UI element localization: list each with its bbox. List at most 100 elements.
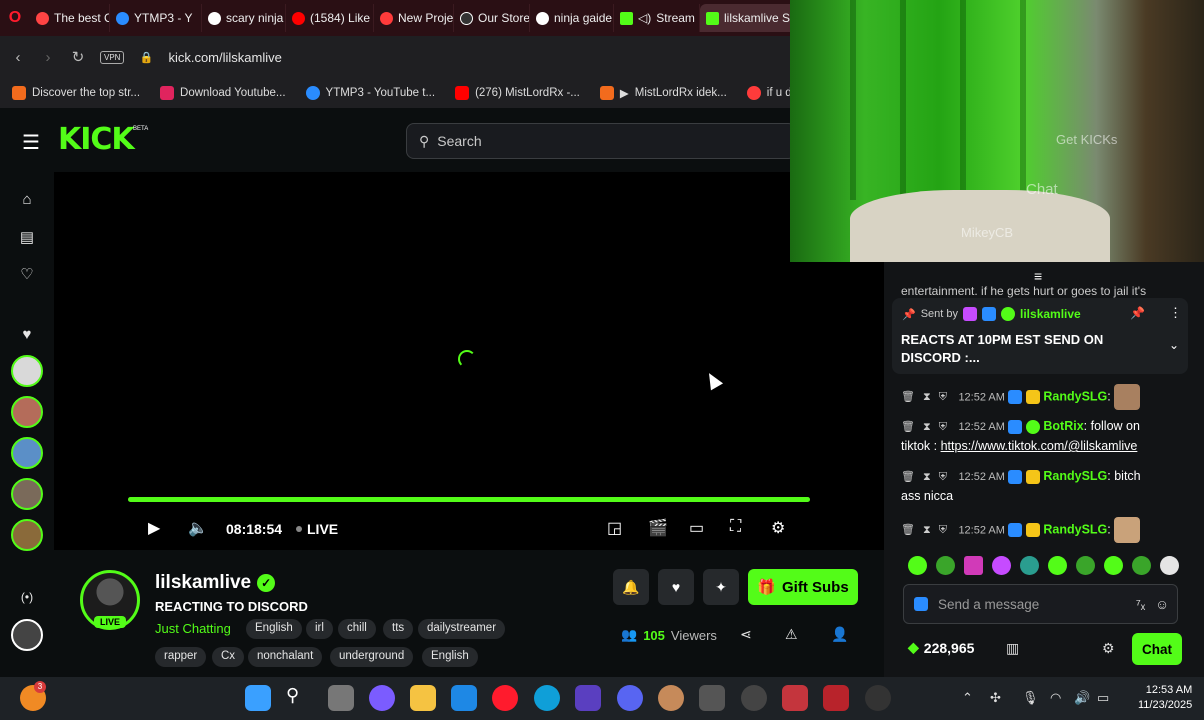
store-app-icon[interactable] [451, 685, 477, 711]
more-options-icon[interactable]: ⋮ [1169, 305, 1182, 321]
opera-logo-icon[interactable]: O [0, 0, 30, 36]
chat-send-button[interactable]: Chat [1132, 633, 1182, 665]
home-icon[interactable]: ⌂ [16, 188, 38, 210]
tray-app-icon[interactable]: ✣ [990, 690, 1001, 706]
tag-chip[interactable]: nonchalant [248, 647, 323, 667]
timeout-icon[interactable]: ⧗ [923, 421, 931, 433]
ban-icon[interactable]: ⛨ [939, 421, 947, 433]
ban-icon[interactable]: ⛨ [939, 524, 947, 536]
ban-icon[interactable]: ⛨ [939, 471, 947, 483]
bookmark-item[interactable]: Download Youtube... [160, 86, 286, 100]
browser-tab[interactable]: ◁) Stream [614, 4, 700, 32]
tag-chip[interactable]: English [246, 619, 302, 639]
timeout-icon[interactable]: ⧗ [923, 391, 931, 403]
emote-icon[interactable] [1160, 556, 1179, 575]
gift-subs-button[interactable]: 🎁 Gift Subs [748, 569, 858, 605]
emote-icon[interactable] [1104, 556, 1123, 575]
browser-tab[interactable]: The best C [30, 4, 110, 32]
delete-icon[interactable]: 🗑 [901, 391, 915, 403]
back-icon[interactable]: ‹ [10, 49, 26, 66]
reload-icon[interactable]: ↻ [70, 48, 86, 66]
followed-channel-avatar[interactable] [11, 478, 43, 510]
live-indicator[interactable]: LIVE [296, 521, 338, 537]
kick-emote-icon[interactable]: ⁷ₓ [1136, 597, 1145, 612]
vpn-badge[interactable]: VPN [100, 50, 125, 64]
menu-icon[interactable]: ☰ [22, 130, 40, 155]
bookmark-item[interactable]: YTMP3 - YouTube t... [305, 86, 435, 100]
browser-tab[interactable]: Our Stores [454, 4, 530, 32]
followed-channel-avatar[interactable] [11, 437, 43, 469]
browser-tab[interactable]: New Proje [374, 4, 454, 32]
settings-gear-icon[interactable]: ⚙ [771, 518, 785, 538]
battery-icon[interactable]: ▭ [1097, 690, 1109, 706]
taskbar-search-icon[interactable]: ⚲ [286, 685, 312, 711]
emote-icon[interactable] [992, 556, 1011, 575]
follow-heart-button[interactable]: ♥ [658, 569, 694, 605]
chat-message[interactable]: 🗑 ⧗ ⛨ 12:52 AM RandySLG: [901, 384, 1191, 410]
report-warning-icon[interactable]: ⚠ [785, 626, 798, 643]
tag-chip[interactable]: underground [330, 647, 414, 667]
delete-icon[interactable]: 🗑 [901, 471, 915, 483]
tag-chip[interactable]: English [422, 647, 478, 667]
system-clock[interactable]: 12:53 AM 11/23/2025 [1138, 683, 1192, 713]
microphone-icon[interactable]: 🎙 [1022, 690, 1039, 706]
sparkle-button[interactable]: ✦ [703, 569, 739, 605]
tag-chip[interactable]: tts [383, 619, 414, 639]
pinned-message[interactable]: 📌 Sent by lilskamlive 📌 ⋮ REACTS AT 10PM… [892, 298, 1188, 374]
emote-icon[interactable] [1048, 556, 1067, 575]
share-icon[interactable]: ⋖ [740, 626, 752, 643]
browser-tab[interactable]: scary ninja [202, 4, 286, 32]
miniplayer-icon[interactable]: ◲ [607, 518, 622, 538]
following-heart-icon[interactable]: ♡ [16, 263, 38, 285]
chat-message[interactable]: 🗑 ⧗ ⛨ 12:52 AM RandySLG: bitch ass nicca [901, 467, 1191, 506]
search-input[interactable]: ⚲ Search [406, 123, 796, 159]
forward-icon[interactable]: › [40, 49, 56, 66]
tag-chip[interactable]: Cx [212, 647, 245, 667]
user-settings-icon[interactable]: 👤 [831, 626, 848, 643]
emote-icon[interactable] [908, 556, 927, 575]
followed-channel-avatar[interactable] [11, 396, 43, 428]
channel-name[interactable]: lilskamlive [155, 572, 251, 594]
browser-tab[interactable]: (1584) Like [286, 4, 374, 32]
progress-bar[interactable] [128, 497, 810, 502]
chat-message-input[interactable]: Send a message ⁷ₓ ☺ [903, 584, 1178, 624]
browser-tab[interactable]: ninja gaide [530, 4, 614, 32]
url-field[interactable]: kick.com/lilskamlive [168, 50, 281, 65]
video-player[interactable]: ▶ 🔈 08:18:54 LIVE ◲ 🎬 ▭ ⛶ ⚙ [54, 172, 884, 550]
bookmark-item[interactable]: ▶ MistLordRx idek... [599, 86, 727, 100]
fullscreen-icon[interactable]: ⛶ [730, 518, 741, 536]
timeout-icon[interactable]: ⧗ [923, 471, 931, 483]
chevron-down-icon[interactable]: ⌄ [1169, 338, 1179, 352]
kick-logo[interactable]: KICK [58, 122, 135, 157]
edge-icon[interactable] [534, 685, 560, 711]
tag-chip[interactable]: chill [338, 619, 376, 639]
copilot-icon[interactable] [369, 685, 395, 711]
video-editor-icon[interactable] [575, 685, 601, 711]
speaker-icon[interactable]: 🔊 [1074, 690, 1090, 706]
task-view-icon[interactable] [328, 685, 354, 711]
opera-gx-icon[interactable] [492, 685, 518, 711]
bookmark-item[interactable]: Discover the top str... [12, 86, 140, 100]
opera-gx-alt-icon[interactable] [823, 685, 849, 711]
tag-chip[interactable]: dailystreamer [418, 619, 506, 639]
tray-chevron-up-icon[interactable]: ⌃ [962, 690, 973, 706]
emote-icon[interactable] [1132, 556, 1151, 575]
app-icon[interactable] [782, 685, 808, 711]
channel-points[interactable]: ◆ 228,965 [908, 639, 974, 656]
file-explorer-icon[interactable] [410, 685, 436, 711]
notification-bell-button[interactable]: 🔔 [613, 569, 649, 605]
wifi-icon[interactable]: ◠ [1050, 690, 1061, 706]
emote-icon[interactable] [964, 556, 983, 575]
discord-icon[interactable] [617, 685, 643, 711]
emote-icon[interactable] [1076, 556, 1095, 575]
chat-message[interactable]: 🗑 ⧗ ⛨ 12:52 AM BotRix: follow on tiktok : … [901, 417, 1191, 456]
chat-message[interactable]: 🗑 ⧗ ⛨ 12:52 AM RandySLG: [901, 517, 1191, 543]
delete-icon[interactable]: 🗑 [901, 524, 915, 536]
browser-tab[interactable]: YTMP3 - Y [110, 4, 202, 32]
followed-channel-avatar[interactable] [11, 519, 43, 551]
windows-start-icon[interactable] [245, 685, 271, 711]
tag-chip[interactable]: irl [306, 619, 333, 639]
tiktok-link[interactable]: https://www.tiktok.com/@lilskamlive [941, 439, 1138, 453]
recommended-channel-avatar[interactable] [11, 619, 43, 651]
bookmark-item[interactable]: (276) MistLordRx -... [455, 86, 580, 100]
